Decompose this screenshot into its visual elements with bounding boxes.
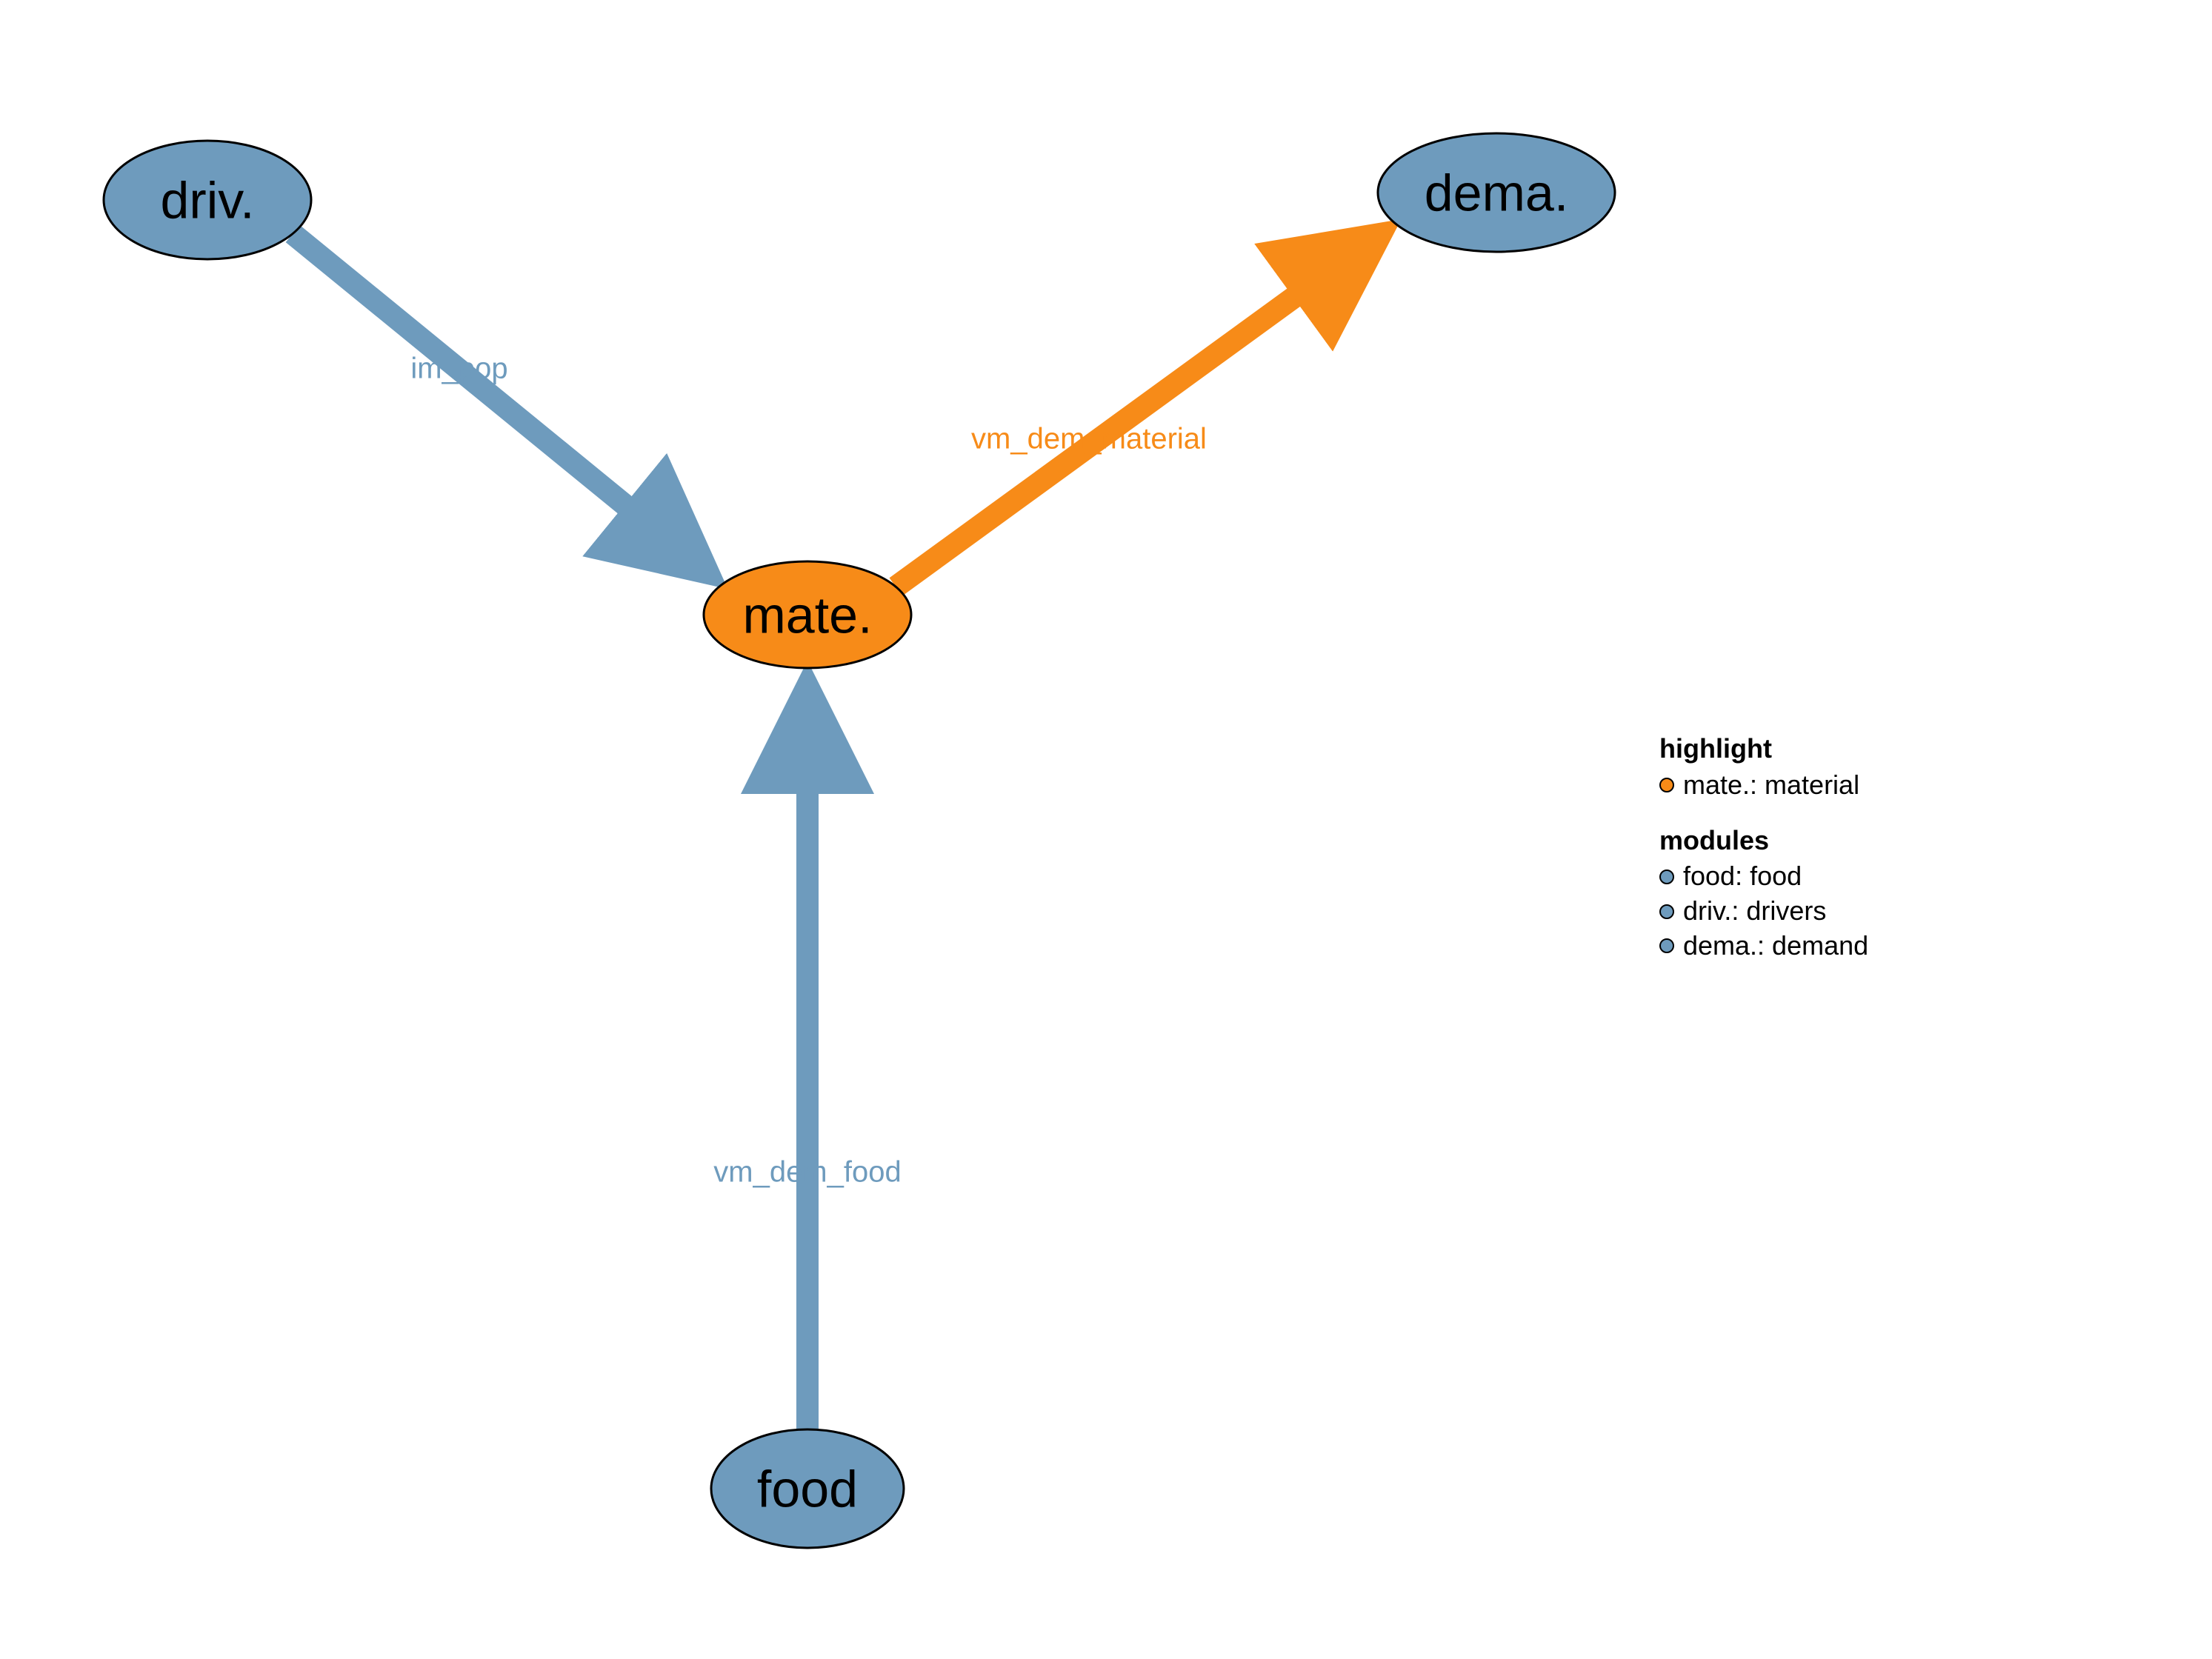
- legend-module-text: food: food: [1683, 859, 1802, 894]
- node-label-dema: dema.: [1425, 164, 1569, 221]
- legend-highlight-item: mate.: material: [1659, 768, 1868, 803]
- legend-dot-blue: [1659, 869, 1674, 884]
- legend-highlight-text: mate.: material: [1683, 768, 1859, 803]
- edge-label-im-pop: im_pop: [410, 353, 507, 385]
- node-label-food: food: [757, 1460, 858, 1518]
- node-driv: driv.: [104, 141, 311, 259]
- legend-dot-blue: [1659, 938, 1674, 953]
- edge-label-vm-dem-material: vm_dem_material: [971, 423, 1207, 455]
- edge-im-pop: im_pop: [293, 233, 707, 572]
- edge-label-vm-dem-food: vm_dem_food: [713, 1156, 901, 1189]
- legend-module-item: dema.: demand: [1659, 929, 1868, 964]
- node-food: food: [711, 1429, 904, 1548]
- edge-vm-dem-food: vm_dem_food: [713, 687, 901, 1429]
- module-dependency-graph: im_pop vm_dem_material vm_dem_food driv.…: [0, 0, 2212, 1659]
- legend-module-item: food: food: [1659, 859, 1868, 894]
- legend-module-item: driv.: drivers: [1659, 894, 1868, 929]
- node-label-mate: mate.: [742, 586, 872, 644]
- legend-dot-blue: [1659, 904, 1674, 919]
- edge-vm-dem-material: vm_dem_material: [896, 235, 1379, 587]
- node-mate: mate.: [704, 561, 911, 668]
- legend-dot-orange: [1659, 778, 1674, 792]
- legend-modules-heading: modules: [1659, 824, 1868, 858]
- legend-highlight-heading: highlight: [1659, 732, 1868, 767]
- legend: highlight mate.: material modules food: …: [1659, 711, 1868, 964]
- node-dema: dema.: [1378, 133, 1615, 252]
- legend-module-text: dema.: demand: [1683, 929, 1868, 964]
- node-label-driv: driv.: [160, 171, 254, 229]
- legend-module-text: driv.: drivers: [1683, 894, 1826, 929]
